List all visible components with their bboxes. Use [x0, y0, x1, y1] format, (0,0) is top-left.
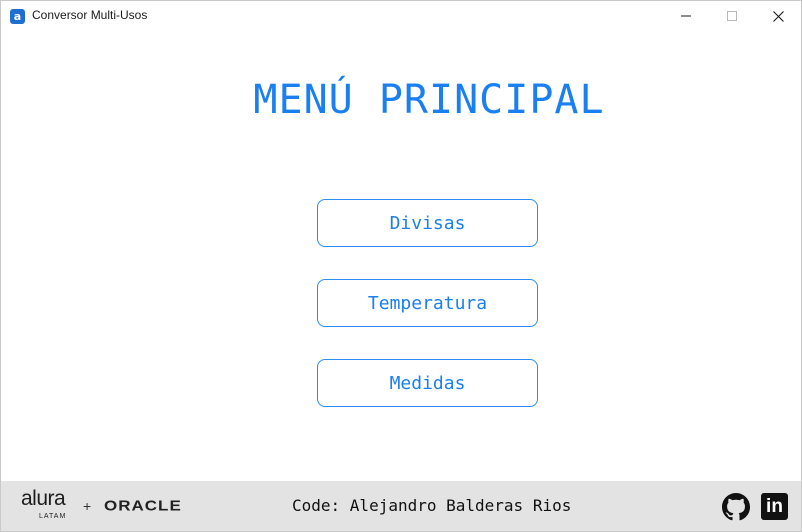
divisas-button[interactable]: Divisas: [317, 199, 538, 247]
author-credit: Code: Alejandro Balderas Rios: [292, 496, 572, 515]
alura-logo-text: alura: [21, 487, 66, 510]
medidas-button[interactable]: Medidas: [317, 359, 538, 407]
close-button[interactable]: [755, 1, 801, 31]
window-title: Conversor Multi-Usos: [32, 8, 148, 22]
maximize-button[interactable]: [709, 1, 755, 31]
app-window: a Conversor Multi-Usos MENÚ PRINCIPAL Di…: [0, 0, 802, 532]
alura-logo: alura LATAM: [21, 487, 66, 520]
title-bar: a Conversor Multi-Usos: [1, 1, 801, 31]
github-icon[interactable]: [722, 493, 750, 521]
maximize-icon: [727, 11, 737, 21]
linkedin-icon[interactable]: in: [761, 493, 788, 520]
minimize-button[interactable]: [663, 1, 709, 31]
alura-logo-subtext: LATAM: [39, 513, 67, 520]
oracle-logo: ORACLE: [104, 497, 182, 514]
minimize-icon: [681, 15, 691, 17]
footer: alura LATAM + ORACLE Code: Alejandro Bal…: [1, 481, 801, 531]
close-icon: [772, 10, 784, 22]
plus-sign: +: [83, 498, 92, 514]
temperatura-button[interactable]: Temperatura: [317, 279, 538, 327]
page-title: MENÚ PRINCIPAL: [253, 77, 605, 123]
app-logo-icon: a: [10, 9, 25, 24]
